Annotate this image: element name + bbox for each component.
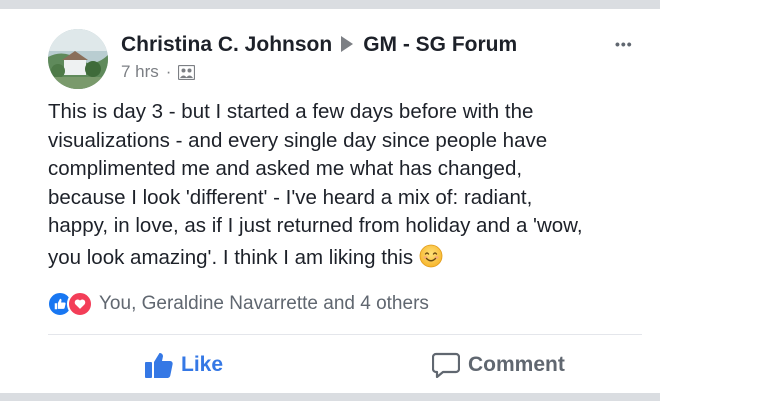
- like-button[interactable]: Like: [145, 352, 223, 378]
- author-name[interactable]: Christina C. Johnson: [121, 33, 332, 56]
- feed-post-card: Christina C. Johnson GM - SG Forum 7 hrs …: [30, 9, 660, 393]
- smiling-face-icon: [419, 244, 443, 268]
- avatar[interactable]: [48, 29, 108, 89]
- reactions-summary[interactable]: You, Geraldine Navarrette and 4 others: [47, 291, 429, 317]
- like-label: Like: [181, 353, 224, 376]
- reactions-text[interactable]: You, Geraldine Navarrette and 4 others: [99, 293, 429, 315]
- like-thumb-icon: [145, 353, 173, 378]
- post-text-line: you look amazing'. I think I am liking t…: [48, 245, 414, 269]
- group-name[interactable]: GM - SG Forum: [363, 33, 517, 56]
- group-icon: [178, 64, 196, 80]
- actions-divider: [48, 334, 642, 335]
- avatar-photo-icon: [48, 29, 108, 89]
- post-header-names: Christina C. Johnson GM - SG Forum: [121, 33, 517, 57]
- comment-bubble-icon: [432, 352, 460, 378]
- post-text-line: This is day 3 - but I started a few days…: [48, 100, 534, 123]
- feed-separator-bottom: [0, 393, 660, 401]
- post-text-line: because I look 'different' - I've heard …: [48, 185, 533, 209]
- more-options-button[interactable]: •••: [615, 36, 633, 52]
- post-timestamp[interactable]: 7 hrs: [121, 62, 159, 82]
- meta-separator: ·: [165, 62, 172, 81]
- love-reaction-icon: [67, 291, 93, 317]
- feed-separator-top: [0, 0, 660, 9]
- post-body: This is day 3 - but I started a few days…: [48, 98, 648, 273]
- shared-to-arrow-icon: [341, 36, 354, 52]
- post-text-line: complimented me and asked me what has ch…: [48, 157, 523, 181]
- post-text-line: happy, in love, as if I just returned fr…: [48, 214, 583, 238]
- post-text-line: visualizations - and every single day si…: [48, 128, 548, 152]
- comment-button[interactable]: Comment: [432, 352, 565, 378]
- reaction-icons: [47, 291, 93, 317]
- post-meta: 7 hrs ·: [121, 62, 196, 82]
- comment-label: Comment: [468, 353, 565, 376]
